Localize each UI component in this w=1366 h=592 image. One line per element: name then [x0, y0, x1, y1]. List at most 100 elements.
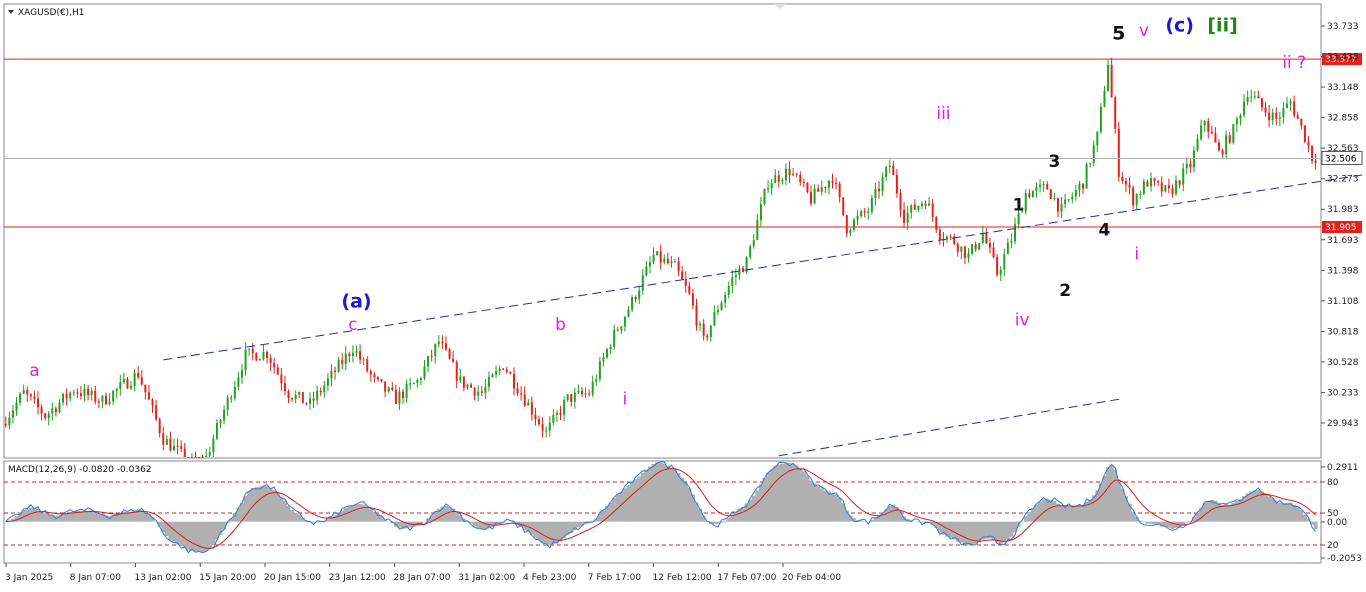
candle-body — [935, 216, 938, 230]
candle-body — [555, 412, 558, 416]
candle-body — [1167, 185, 1170, 189]
candle-body — [752, 240, 755, 247]
candle-body — [1300, 118, 1303, 126]
candle-body — [623, 316, 626, 327]
candle-body — [1268, 112, 1271, 121]
candle-body — [266, 351, 269, 359]
candle-body — [820, 187, 823, 192]
candle-body — [1160, 182, 1163, 192]
candle-body — [409, 383, 412, 385]
candle-body — [162, 433, 165, 445]
candle-body — [101, 395, 104, 402]
symbol-title: XAGUSD(€),H1 — [18, 8, 84, 18]
candle-body — [774, 175, 777, 184]
candle-body — [1128, 184, 1131, 188]
candle-body — [845, 215, 848, 234]
candle-body — [1099, 106, 1102, 132]
candle-body — [172, 445, 175, 451]
candle-body — [190, 457, 193, 458]
candle-body — [344, 353, 347, 364]
candle-body — [795, 173, 798, 175]
candle-body — [198, 457, 201, 458]
candle-body — [384, 381, 387, 392]
candle-body — [36, 398, 39, 408]
candle-body — [394, 389, 397, 404]
candle-body — [223, 409, 226, 421]
candle-body — [1243, 101, 1246, 116]
candle-body — [1064, 199, 1067, 205]
candle-body — [895, 175, 898, 194]
candle-body — [208, 452, 211, 456]
candle-body — [455, 362, 458, 381]
candle-body — [441, 341, 444, 344]
time-tick-label: 20 Feb 04:00 — [782, 573, 841, 583]
candle-body — [33, 396, 36, 399]
candle-body — [688, 286, 691, 294]
candle-body — [462, 376, 465, 388]
candle-body — [1164, 185, 1167, 192]
candle-body — [1082, 183, 1085, 189]
candle-body — [348, 353, 351, 357]
candle-body — [1010, 241, 1013, 243]
main-plot-area[interactable] — [3, 3, 1322, 459]
candle-body — [237, 377, 240, 387]
candle-body — [706, 335, 709, 338]
candle-body — [44, 413, 47, 419]
candle-body — [695, 305, 698, 326]
time-tick-label: 28 Jan 07:00 — [394, 573, 451, 583]
candle-body — [516, 388, 519, 394]
candle-body — [563, 400, 566, 415]
candle-body — [538, 419, 541, 424]
candle-body — [1178, 180, 1181, 185]
candle-body — [452, 358, 455, 363]
candle-body — [742, 268, 745, 273]
candle-body — [1024, 193, 1027, 212]
candle-body — [648, 262, 651, 267]
candle-body — [122, 378, 125, 383]
candle-body — [262, 351, 265, 360]
candle-body — [1239, 115, 1242, 119]
candle-body — [1314, 160, 1317, 163]
candle-body — [405, 383, 408, 399]
candle-body — [205, 455, 208, 457]
candle-body — [1260, 98, 1263, 108]
candle-body — [126, 378, 129, 389]
candle-body — [988, 243, 991, 248]
candle-body — [870, 198, 873, 212]
time-tick-label: 3 Jan 2025 — [5, 573, 53, 583]
candle-body — [130, 385, 133, 389]
candle-body — [144, 384, 147, 393]
wave-label: c — [348, 315, 357, 335]
candle-body — [87, 388, 90, 396]
candle-body — [885, 167, 888, 178]
candle-body — [54, 408, 57, 412]
candle-body — [763, 189, 766, 205]
candle-body — [999, 269, 1002, 275]
candle-body — [1185, 163, 1188, 169]
chart-window[interactable]: 33.377 31.905 32.506 a (a) c b i iii 1 3 4 2 iv i 5 v (c)… — [0, 0, 1366, 588]
candle-body — [430, 356, 433, 358]
candle-body — [1150, 178, 1153, 187]
candle-body — [298, 391, 301, 395]
candle-body — [104, 395, 107, 405]
price-tick-label: 33.148 — [1327, 83, 1359, 93]
candle-body — [1049, 189, 1052, 200]
time-tick-label: 23 Jan 12:00 — [329, 573, 386, 583]
candle-body — [155, 405, 158, 420]
candle-body — [473, 387, 476, 396]
candle-body — [419, 378, 422, 381]
candle-body — [530, 402, 533, 415]
current-price-label: 32.506 — [1325, 154, 1357, 164]
wave-label: [ii] — [1207, 14, 1237, 36]
candle-body — [255, 353, 258, 361]
time-tick-label: 20 Jan 15:00 — [264, 573, 321, 583]
candle-body — [1286, 103, 1289, 108]
macd-tick-label: -0.2053 — [1327, 554, 1362, 564]
candle-body — [323, 385, 326, 393]
candle-body — [391, 387, 394, 390]
candle-body — [960, 246, 963, 252]
candle-body — [1135, 194, 1138, 206]
candle-body — [520, 393, 523, 395]
candle-body — [40, 407, 43, 414]
candle-body — [892, 165, 895, 176]
